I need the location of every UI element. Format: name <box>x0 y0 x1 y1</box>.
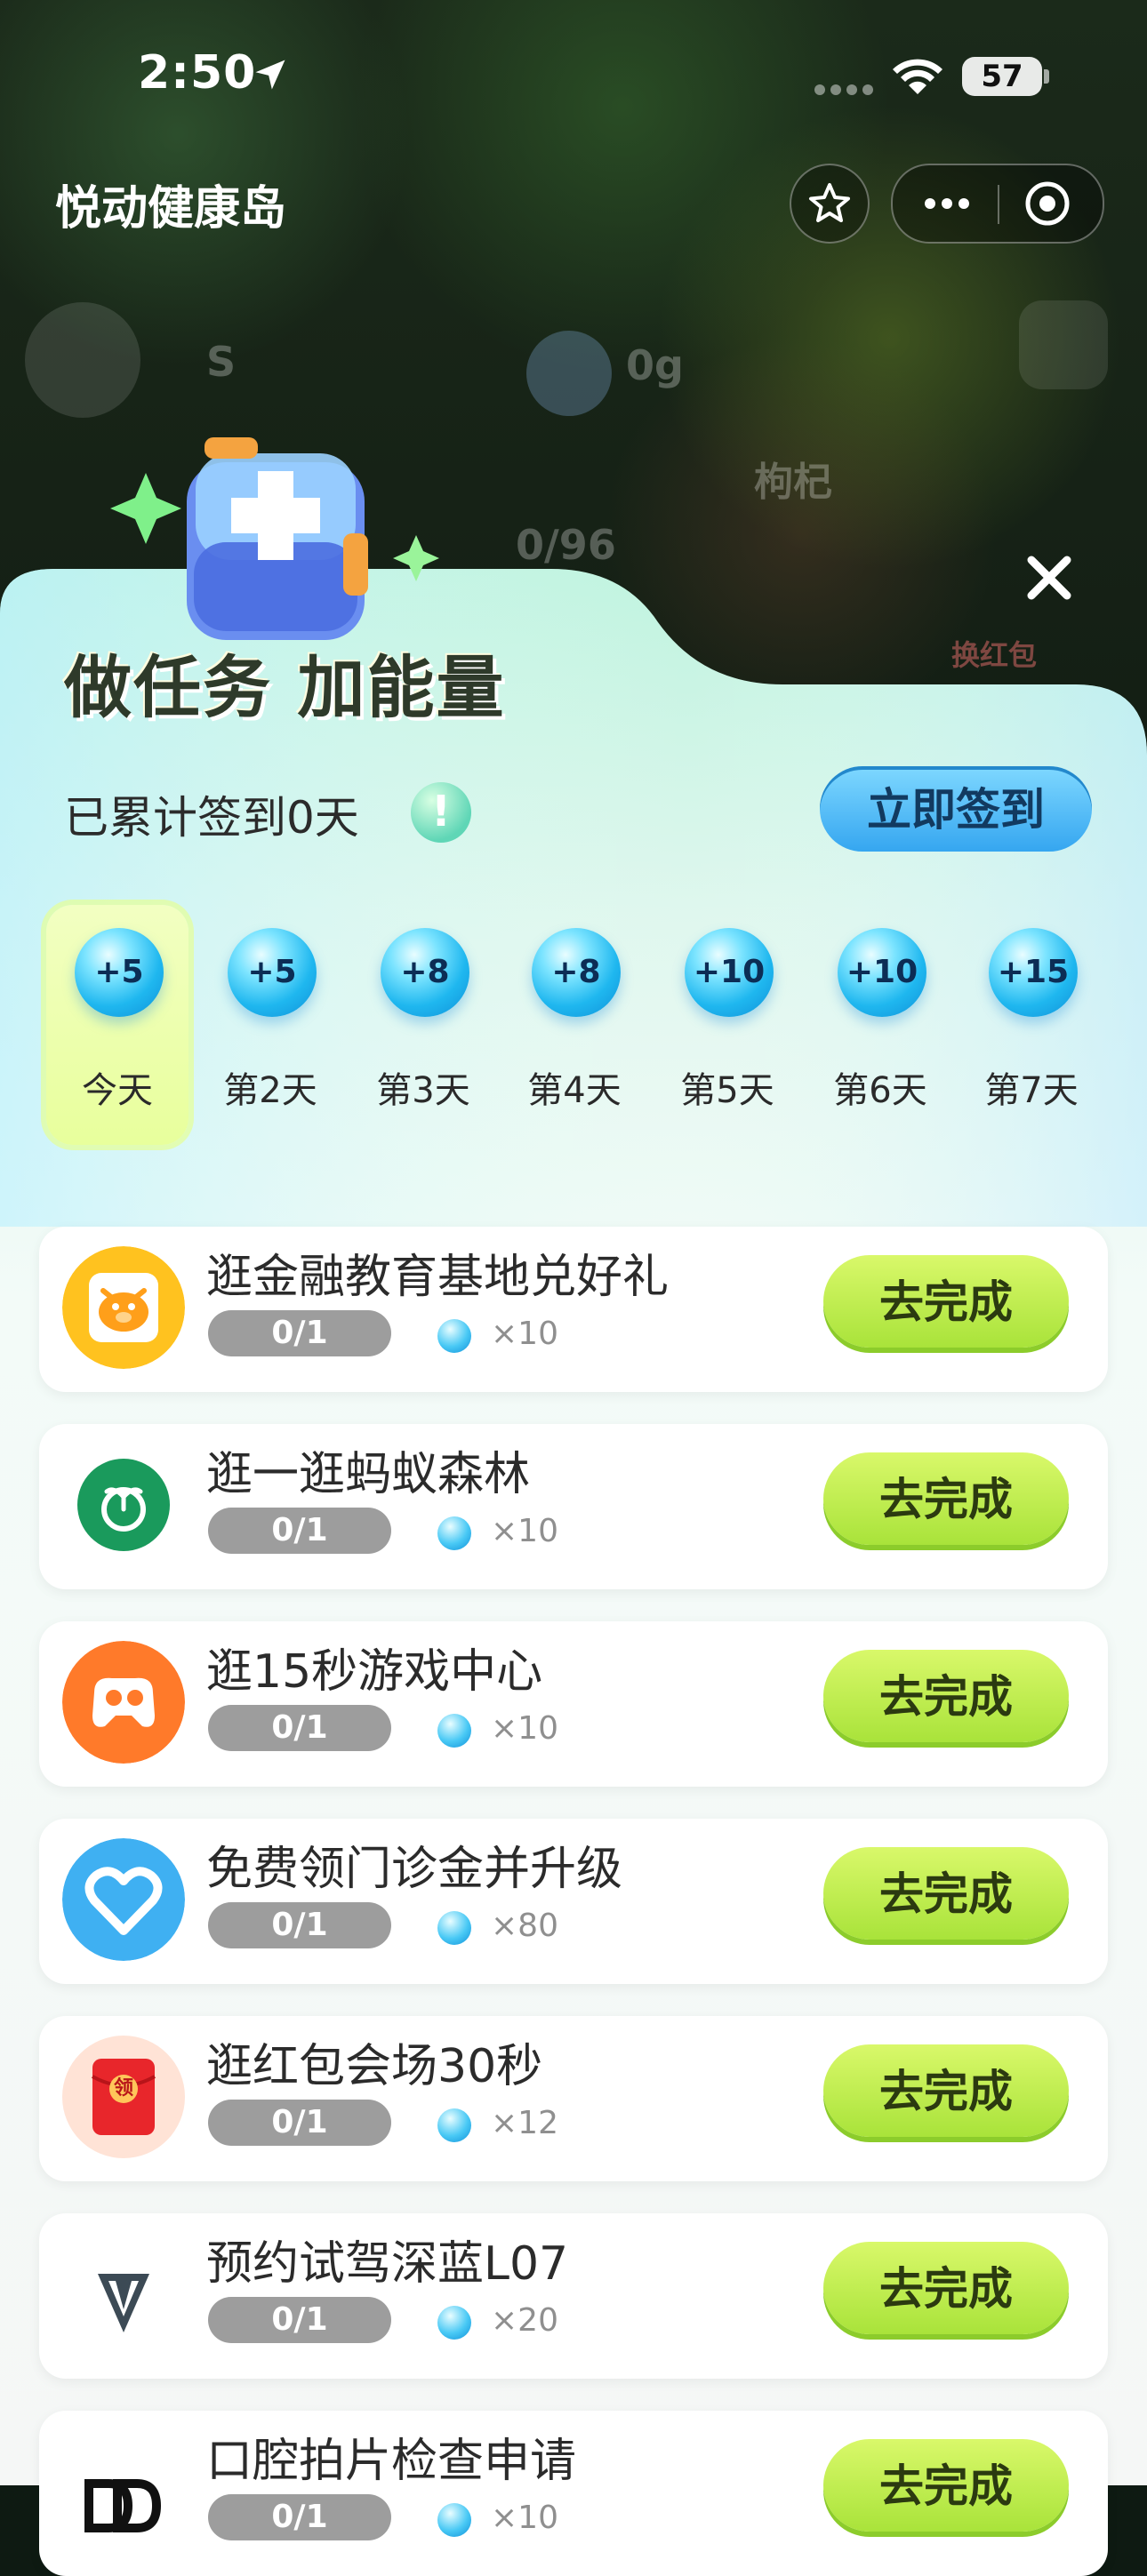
energy-gem-icon <box>437 2306 471 2340</box>
star-icon <box>809 183 850 222</box>
info-icon[interactable]: ! <box>411 782 471 843</box>
day-label: 第2天 <box>223 1070 317 1111</box>
signal-dots-icon <box>814 84 873 95</box>
day-label: 第5天 <box>680 1070 774 1111</box>
task-card: 口腔拍片检查申请 0/1 ×10 去完成 <box>39 2411 1108 2576</box>
game-avatar <box>25 302 140 418</box>
go-complete-button[interactable]: 去完成 <box>823 1452 1069 1545</box>
day-label: 第6天 <box>833 1070 927 1111</box>
day-item-2[interactable]: +5 第2天 <box>199 905 341 1145</box>
game-energy: 0g <box>626 341 684 389</box>
task-reward: ×10 <box>491 1710 558 1747</box>
energy-orb: +10 <box>685 928 774 1017</box>
go-complete-button[interactable]: 去完成 <box>823 1255 1069 1348</box>
go-complete-button[interactable]: 去完成 <box>823 2044 1069 2137</box>
clock: 2:50 <box>138 46 257 100</box>
energy-orb: +5 <box>228 928 317 1017</box>
task-card: 逛15秒游戏中心 0/1 ×10 去完成 <box>39 1621 1108 1787</box>
energy-orb: +8 <box>381 928 469 1017</box>
medical-chest-icon <box>110 437 439 640</box>
battery-tip <box>1044 69 1049 84</box>
task-card: 逛一逛蚂蚁森林 0/1 ×10 去完成 <box>39 1424 1108 1589</box>
day-label: 今天 <box>82 1070 153 1111</box>
page-title: 悦动健康岛 <box>55 182 287 236</box>
day-item-5[interactable]: +10 第5天 <box>656 905 798 1145</box>
day-item-6[interactable]: +10 第6天 <box>809 905 951 1145</box>
favorite-button[interactable] <box>790 164 870 244</box>
energy-gem-icon <box>437 1516 471 1550</box>
task-title: 逛红包会场30秒 <box>206 2040 543 2093</box>
task-progress: 0/1 <box>208 1508 391 1554</box>
record-circle-icon <box>1025 181 1070 226</box>
energy-orb: +5 <box>75 928 164 1017</box>
task-card: 领 逛红包会场30秒 0/1 ×12 去完成 <box>39 2016 1108 2181</box>
more-button[interactable] <box>893 165 998 242</box>
red-envelope-icon: 领 <box>62 2036 185 2158</box>
task-progress: 0/1 <box>208 1705 391 1751</box>
task-title: 免费领门诊金并升级 <box>206 1843 623 1896</box>
status-bar: 2:50 57 <box>0 0 1147 151</box>
task-title: 口腔拍片检查申请 <box>206 2435 577 2488</box>
go-complete-button[interactable]: 去完成 <box>823 1847 1069 1940</box>
task-reward: ×10 <box>491 1513 558 1549</box>
go-complete-button[interactable]: 去完成 <box>823 1650 1069 1742</box>
day-label: 第4天 <box>527 1070 622 1111</box>
signin-button[interactable]: 立即签到 <box>820 766 1092 852</box>
game-username: S <box>206 338 237 386</box>
task-reward: ×10 <box>491 1316 558 1352</box>
task-reward: ×10 <box>491 2500 558 2536</box>
deepal-logo-icon <box>62 2233 185 2356</box>
day-label: 第3天 <box>376 1070 470 1111</box>
signin-summary: 已累计签到0天 <box>64 792 359 844</box>
panel-headline: 做任务 加能量 <box>64 648 506 727</box>
energy-gem-icon <box>437 1714 471 1748</box>
heart-shield-icon <box>62 1838 185 1961</box>
go-complete-button[interactable]: 去完成 <box>823 2439 1069 2532</box>
energy-gem-icon <box>437 2108 471 2142</box>
task-progress: 0/1 <box>208 2494 391 2540</box>
sprout-icon <box>62 1444 185 1566</box>
task-card: 免费领门诊金并升级 0/1 ×80 去完成 <box>39 1819 1108 1984</box>
piggy-bank-icon <box>62 1246 185 1369</box>
task-title: 预约试驾深蓝L07 <box>206 2237 569 2291</box>
energy-orb: +15 <box>989 928 1078 1017</box>
task-progress: 0/1 <box>208 1902 391 1948</box>
envelope-label: 领 <box>113 2077 133 2100</box>
dental-logo-icon <box>62 2430 185 2553</box>
task-title: 逛金融教育基地兑好礼 <box>206 1251 670 1304</box>
battery-indicator: 57 <box>962 57 1042 96</box>
task-progress: 0/1 <box>208 2297 391 2343</box>
location-arrow-icon <box>255 60 285 90</box>
task-reward: ×12 <box>491 2105 558 2141</box>
task-title: 逛一逛蚂蚁森林 <box>206 1448 531 1501</box>
energy-orb: +10 <box>838 928 926 1017</box>
task-title: 逛15秒游戏中心 <box>206 1645 543 1699</box>
day-item-7[interactable]: +15 第7天 <box>960 905 1103 1145</box>
task-reward: ×80 <box>491 1908 558 1944</box>
more-dots-icon <box>925 198 969 209</box>
energy-gem-icon <box>437 2503 471 2537</box>
miniprogram-capsule <box>891 164 1104 244</box>
task-reward: ×20 <box>491 2302 558 2339</box>
game-menu-icon <box>1019 300 1108 389</box>
day-item-4[interactable]: +8 第4天 <box>503 905 646 1145</box>
task-card: 预约试驾深蓝L07 0/1 ×20 去完成 <box>39 2213 1108 2379</box>
go-complete-button[interactable]: 去完成 <box>823 2242 1069 2334</box>
exit-button[interactable] <box>999 165 1103 242</box>
energy-gem-icon <box>437 1319 471 1353</box>
energy-gem-icon <box>437 1911 471 1945</box>
day-item-1[interactable]: +5 今天 <box>46 905 188 1145</box>
day-item-3[interactable]: +8 第3天 <box>352 905 494 1145</box>
day-label: 第7天 <box>984 1070 1079 1111</box>
task-progress: 0/1 <box>208 2100 391 2146</box>
gamepad-icon <box>62 1641 185 1764</box>
energy-orb: +8 <box>532 928 621 1017</box>
health-energy-icon <box>526 331 612 416</box>
wifi-icon <box>893 59 942 94</box>
task-card: 逛金融教育基地兑好礼 0/1 ×10 去完成 <box>39 1227 1108 1392</box>
task-progress: 0/1 <box>208 1310 391 1356</box>
